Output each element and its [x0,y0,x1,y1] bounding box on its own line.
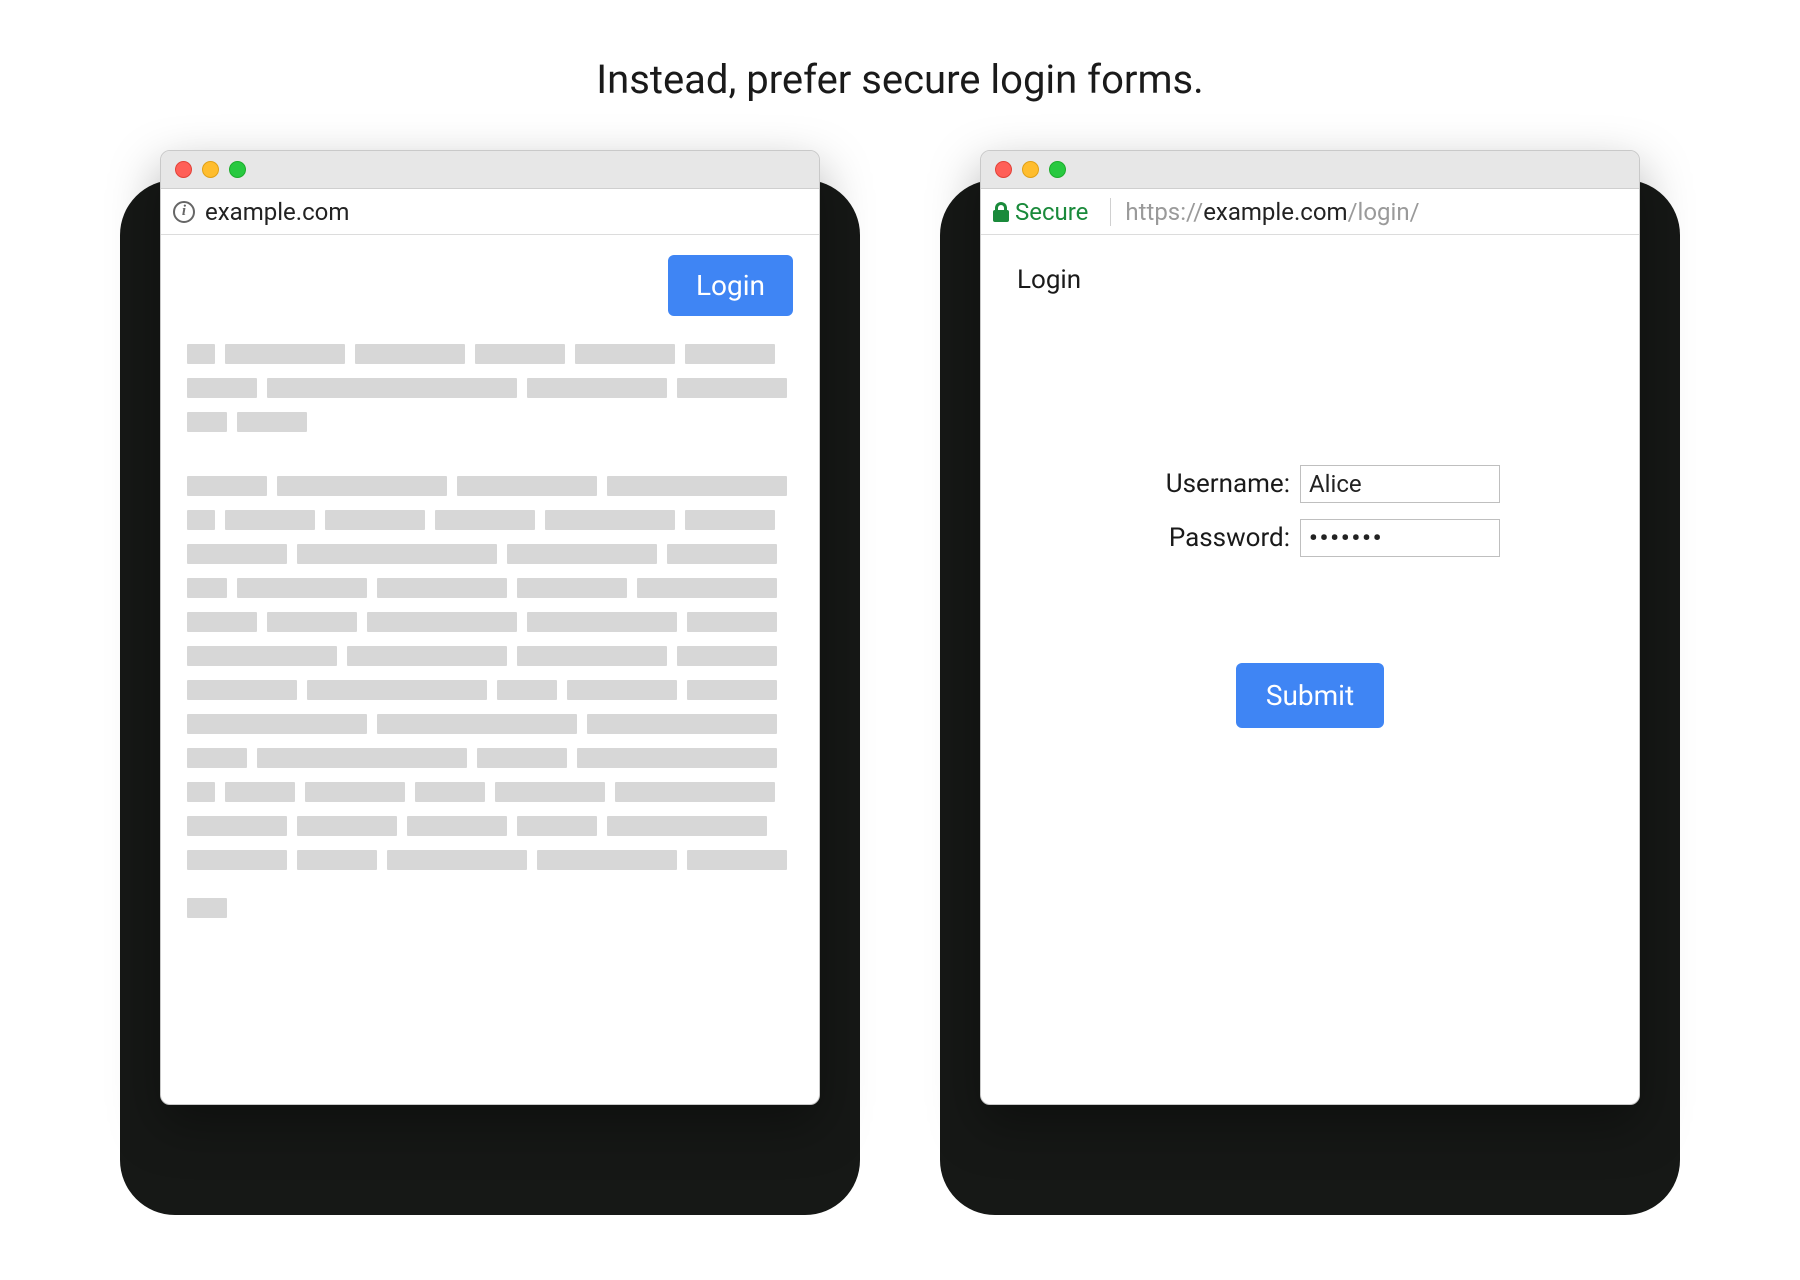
zoom-icon[interactable] [229,161,246,178]
window-secure: Secure https://example.com/login/ Login … [980,150,1640,1105]
skeleton-text [187,344,793,918]
username-label: Username: [1120,469,1290,499]
login-button[interactable]: Login [668,255,793,316]
minimize-icon[interactable] [1022,161,1039,178]
addressbar-divider [1110,198,1111,226]
titlebar [161,151,819,189]
diagram-caption: Instead, prefer secure login forms. [0,56,1800,103]
titlebar [981,151,1639,189]
url-text: example.com [205,198,349,226]
address-bar[interactable]: example.com [161,189,819,235]
username-input[interactable]: Alice [1300,465,1500,503]
info-icon [173,201,195,223]
page-content: Login Username: Alice Password: ••••••• … [981,235,1639,748]
url-path: /login/ [1348,198,1420,226]
close-icon[interactable] [175,161,192,178]
password-label: Password: [1120,523,1290,553]
page-heading: Login [1017,265,1613,295]
password-input[interactable]: ••••••• [1300,519,1500,557]
url-host: example.com [1203,198,1347,226]
address-bar[interactable]: Secure https://example.com/login/ [981,189,1639,235]
zoom-icon[interactable] [1049,161,1066,178]
page-content: Login [161,235,819,952]
login-form: Username: Alice Password: ••••••• Submit [1007,465,1613,728]
minimize-icon[interactable] [202,161,219,178]
url-scheme: https:// [1125,198,1203,226]
close-icon[interactable] [995,161,1012,178]
password-row: Password: ••••••• [1120,519,1500,557]
secure-label: Secure [1015,198,1088,226]
window-insecure: example.com Login [160,150,820,1105]
username-row: Username: Alice [1120,465,1500,503]
submit-button[interactable]: Submit [1236,663,1384,728]
lock-icon [993,202,1009,222]
